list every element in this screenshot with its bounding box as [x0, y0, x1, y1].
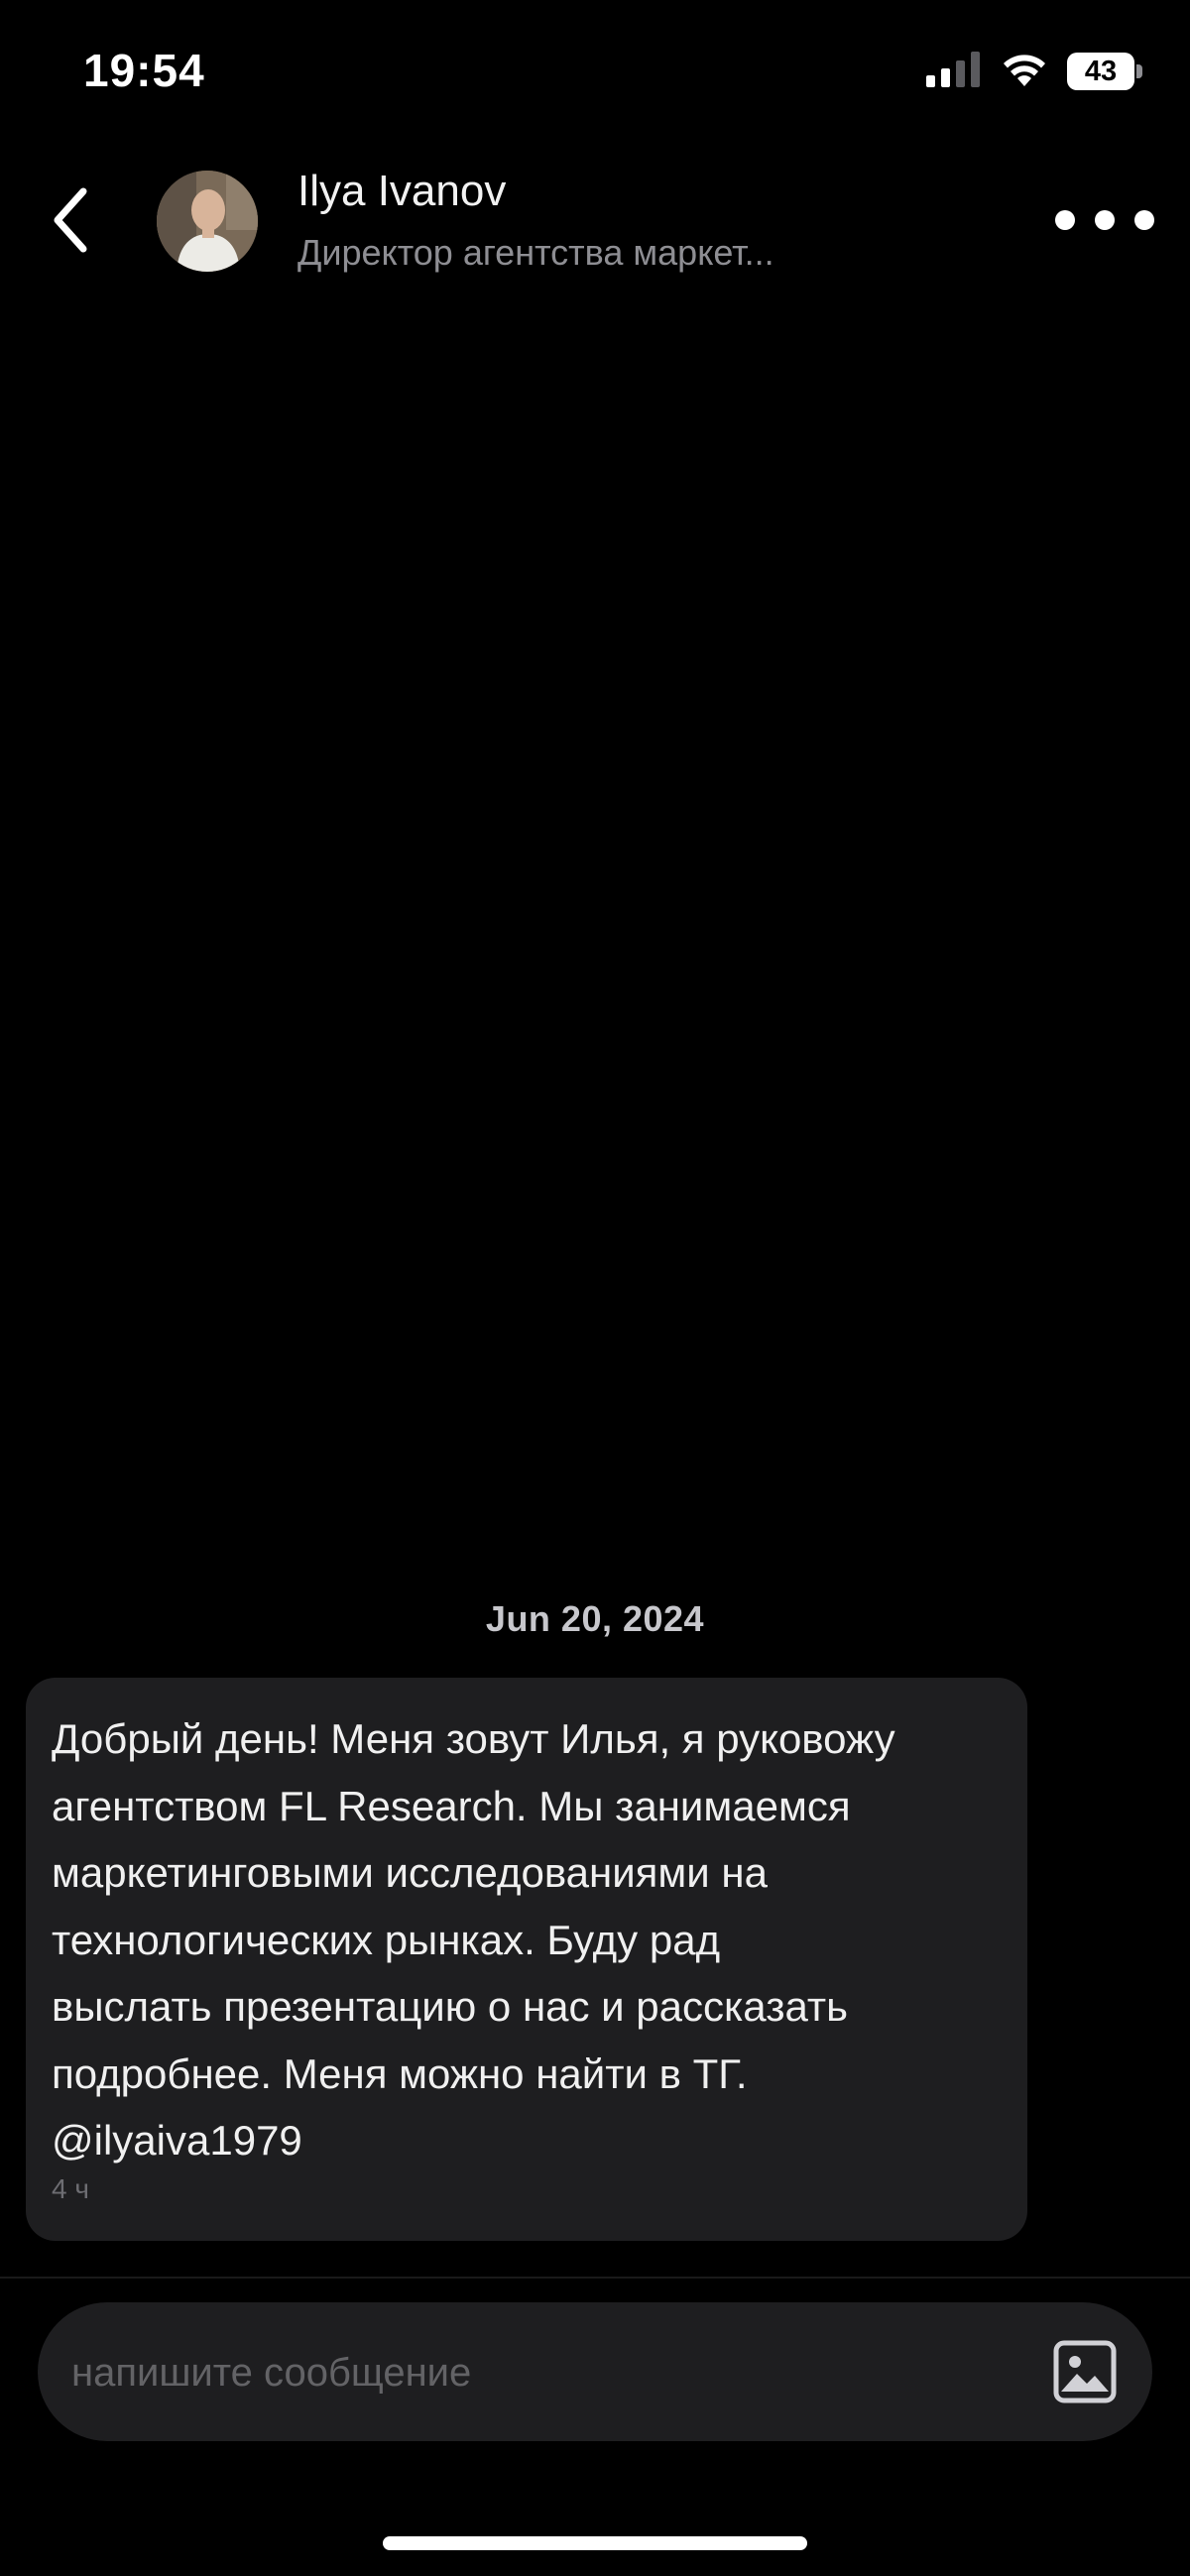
chevron-left-icon [54, 187, 87, 253]
battery-level: 43 [1084, 55, 1118, 87]
wifi-icon [1000, 51, 1049, 93]
avatar[interactable] [157, 171, 258, 272]
ellipsis-icon [1055, 210, 1075, 230]
date-separator: Jun 20, 2024 [485, 1598, 705, 1639]
contact-subtitle: Директор агентства маркет... [298, 232, 774, 273]
contact-name[interactable]: Ilya Ivanov [298, 167, 506, 216]
home-indicator[interactable] [383, 2536, 807, 2550]
image-icon [1053, 2340, 1117, 2403]
status-icons: 43 [926, 51, 1142, 93]
message-composer [38, 2302, 1152, 2441]
message-timestamp: 4 ч [52, 2173, 89, 2204]
status-time: 19:54 [83, 45, 205, 96]
chat-header: Ilya Ivanov Директор агентства маркет... [0, 159, 1190, 288]
composer-divider [0, 2277, 1190, 2279]
attach-image-button[interactable] [1053, 2340, 1117, 2403]
cellular-signal-icon [926, 51, 982, 92]
battery-icon: 43 [1067, 53, 1142, 90]
message-bubble[interactable]: Добрый день! Меня зовут Илья, я руковожу… [26, 1678, 1027, 2241]
more-options-button[interactable] [1055, 198, 1154, 242]
back-button[interactable] [40, 182, 99, 258]
message-text: Добрый день! Меня зовут Илья, я руковожу… [52, 1715, 895, 2164]
message-input[interactable] [69, 2332, 966, 2413]
status-bar: 19:54 43 [0, 0, 1190, 139]
